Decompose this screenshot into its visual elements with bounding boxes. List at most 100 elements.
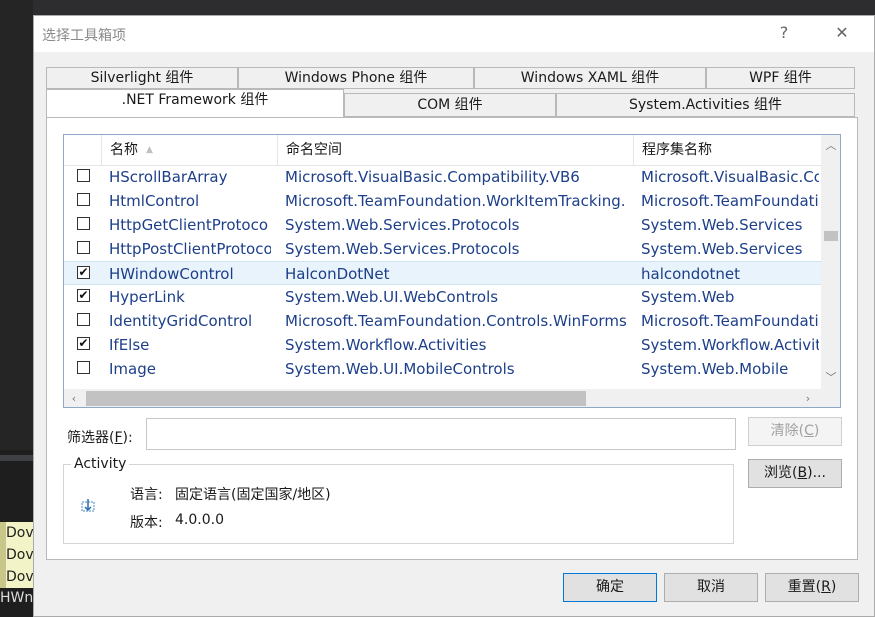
filter-input[interactable] bbox=[146, 418, 736, 450]
cell-assembly: System.Workflow.Activit bbox=[641, 336, 819, 354]
column-header-name-label: 名称 bbox=[110, 142, 138, 158]
ok-button[interactable]: 确定 bbox=[563, 573, 657, 602]
cell-name: IdentityGridControl bbox=[109, 312, 253, 330]
clear-label: 清除( bbox=[770, 423, 805, 439]
components-grid[interactable]: 名称 ▲ 命名空间 程序集名称 HScrollBarArray Microsoft… bbox=[63, 134, 841, 408]
help-button[interactable]: ? bbox=[770, 21, 798, 45]
browse-label-end: )... bbox=[807, 465, 826, 481]
version-label: 版本: bbox=[130, 515, 163, 531]
scroll-down-icon[interactable]: ﹀ bbox=[821, 369, 840, 387]
tab-system-activities[interactable]: System.Activities 组件 bbox=[556, 93, 855, 117]
clear-label-end: ) bbox=[813, 423, 820, 439]
table-row[interactable]: ✔ IfElse System.Workflow.Activities Syst… bbox=[64, 333, 821, 357]
row-checkbox[interactable]: ✔ bbox=[77, 266, 90, 279]
browse-label: 浏览( bbox=[764, 465, 798, 481]
cell-assembly: System.Web bbox=[641, 288, 735, 306]
table-row[interactable]: HttpGetClientProtoco System.Web.Services… bbox=[64, 213, 821, 237]
sort-ascending-icon: ▲ bbox=[146, 145, 153, 155]
cell-namespace: Microsoft.TeamFoundation.Controls.WinFor… bbox=[285, 312, 627, 330]
vertical-scroll-thumb[interactable] bbox=[824, 231, 838, 241]
cell-assembly: System.Web.Mobile bbox=[641, 360, 789, 378]
ide-snippet: Dov bbox=[0, 566, 34, 588]
language-label: 语言: bbox=[130, 487, 163, 503]
reset-button[interactable]: 重置(R) bbox=[765, 573, 859, 602]
cell-name: HScrollBarArray bbox=[109, 168, 228, 186]
row-checkbox[interactable] bbox=[77, 241, 90, 254]
vertical-scrollbar[interactable]: ︿ ﹀ bbox=[821, 135, 840, 389]
reset-label: 重置( bbox=[787, 579, 822, 595]
cell-namespace: HalconDotNet bbox=[285, 265, 390, 283]
grid-header: 名称 ▲ 命名空间 程序集名称 bbox=[64, 135, 821, 166]
ide-snippet: Dov bbox=[0, 544, 34, 566]
table-row[interactable]: IdentityGridControl Microsoft.TeamFounda… bbox=[64, 309, 821, 333]
scroll-left-icon[interactable]: ‹ bbox=[64, 390, 84, 407]
scroll-up-icon[interactable]: ︿ bbox=[821, 137, 840, 155]
scroll-right-icon[interactable]: › bbox=[798, 390, 818, 407]
browse-mnemonic: B bbox=[797, 465, 808, 481]
column-header-name[interactable]: 名称 ▲ bbox=[101, 135, 277, 165]
cell-assembly: Microsoft.TeamFoundati bbox=[641, 312, 819, 330]
clear-mnemonic: C bbox=[804, 423, 814, 439]
tab-com[interactable]: COM 组件 bbox=[344, 93, 556, 117]
table-row[interactable]: HttpPostClientProtoco System.Web.Service… bbox=[64, 237, 821, 261]
cell-assembly: System.Web.Services bbox=[641, 216, 803, 234]
ide-hw-text: HWn bbox=[0, 590, 34, 606]
grid-rows: HScrollBarArray Microsoft.VisualBasic.Co… bbox=[64, 165, 821, 389]
row-checkbox[interactable] bbox=[77, 217, 90, 230]
cell-name: HttpGetClientProtoco bbox=[109, 216, 269, 234]
horizontal-scroll-thumb[interactable] bbox=[86, 391, 586, 406]
tab-windows-phone[interactable]: Windows Phone 组件 bbox=[238, 67, 474, 89]
ide-snippet: Dov bbox=[0, 522, 34, 544]
column-header-assembly[interactable]: 程序集名称 bbox=[633, 135, 821, 165]
reset-label-end: ) bbox=[830, 579, 837, 595]
cell-name: HttpPostClientProtoco bbox=[109, 240, 271, 258]
cell-assembly: Microsoft.TeamFoundati bbox=[641, 192, 819, 210]
tab-silverlight[interactable]: Silverlight 组件 bbox=[46, 67, 238, 89]
group-title: Activity bbox=[71, 456, 130, 472]
cell-assembly: halcondotnet bbox=[641, 265, 740, 283]
close-icon: ✕ bbox=[835, 23, 849, 42]
tab-wpf[interactable]: WPF 组件 bbox=[706, 67, 855, 89]
tab-net-framework[interactable]: .NET Framework 组件 bbox=[46, 89, 344, 117]
cell-namespace: System.Workflow.Activities bbox=[285, 336, 487, 354]
component-info-group bbox=[63, 464, 734, 544]
row-checkbox[interactable]: ✔ bbox=[77, 289, 90, 302]
cancel-button[interactable]: 取消 bbox=[664, 573, 758, 602]
tab-windows-xaml[interactable]: Windows XAML 组件 bbox=[474, 67, 706, 89]
cell-namespace: System.Web.UI.MobileControls bbox=[285, 360, 515, 378]
row-checkbox[interactable] bbox=[77, 313, 90, 326]
cell-name: HWindowControl bbox=[109, 265, 234, 283]
cell-namespace: System.Web.Services.Protocols bbox=[285, 240, 520, 258]
cell-namespace: Microsoft.VisualBasic.Compatibility.VB6 bbox=[285, 168, 580, 186]
dialog-title: 选择工具箱项 bbox=[42, 28, 126, 44]
title-bar: 选择工具箱项 ? ✕ bbox=[34, 16, 874, 52]
cell-name: HtmlControl bbox=[109, 192, 200, 210]
row-checkbox[interactable] bbox=[77, 169, 90, 182]
table-row-selected[interactable]: ✔ HWindowControl HalconDotNet halcondotn… bbox=[64, 261, 821, 285]
cell-assembly: Microsoft.VisualBasic.Co bbox=[641, 168, 819, 186]
activity-icon bbox=[81, 499, 95, 512]
horizontal-scrollbar[interactable]: ‹ › bbox=[64, 389, 840, 407]
table-row[interactable]: HScrollBarArray Microsoft.VisualBasic.Co… bbox=[64, 165, 821, 189]
choose-toolbox-items-dialog: 选择工具箱项 ? ✕ Silverlight 组件 Windows Phone … bbox=[33, 15, 875, 617]
cell-namespace: Microsoft.TeamFoundation.WorkItemTrackin… bbox=[285, 192, 626, 210]
row-checkbox[interactable]: ✔ bbox=[77, 337, 90, 350]
language-value: 固定语言(固定国家/地区) bbox=[175, 487, 331, 503]
table-row[interactable]: HtmlControl Microsoft.TeamFoundation.Wor… bbox=[64, 189, 821, 213]
filter-label: 筛选器(F): bbox=[67, 427, 133, 447]
browse-button[interactable]: 浏览(B)... bbox=[748, 459, 842, 488]
table-row[interactable]: ✔ HyperLink System.Web.UI.WebControls Sy… bbox=[64, 285, 821, 309]
cell-namespace: System.Web.UI.WebControls bbox=[285, 288, 499, 306]
reset-mnemonic: R bbox=[821, 579, 831, 595]
clear-button[interactable]: 清除(C) bbox=[748, 417, 842, 446]
row-checkbox[interactable] bbox=[77, 193, 90, 206]
cell-namespace: System.Web.Services.Protocols bbox=[285, 216, 520, 234]
row-checkbox[interactable] bbox=[77, 361, 90, 374]
version-value: 4.0.0.0 bbox=[175, 512, 224, 528]
filter-label-text: 筛选器( bbox=[67, 430, 115, 446]
filter-mnemonic: F bbox=[114, 430, 123, 446]
cell-name: HyperLink bbox=[109, 288, 185, 306]
close-button[interactable]: ✕ bbox=[828, 21, 856, 45]
column-header-namespace[interactable]: 命名空间 bbox=[277, 135, 633, 165]
table-row[interactable]: Image System.Web.UI.MobileControls Syste… bbox=[64, 357, 821, 381]
